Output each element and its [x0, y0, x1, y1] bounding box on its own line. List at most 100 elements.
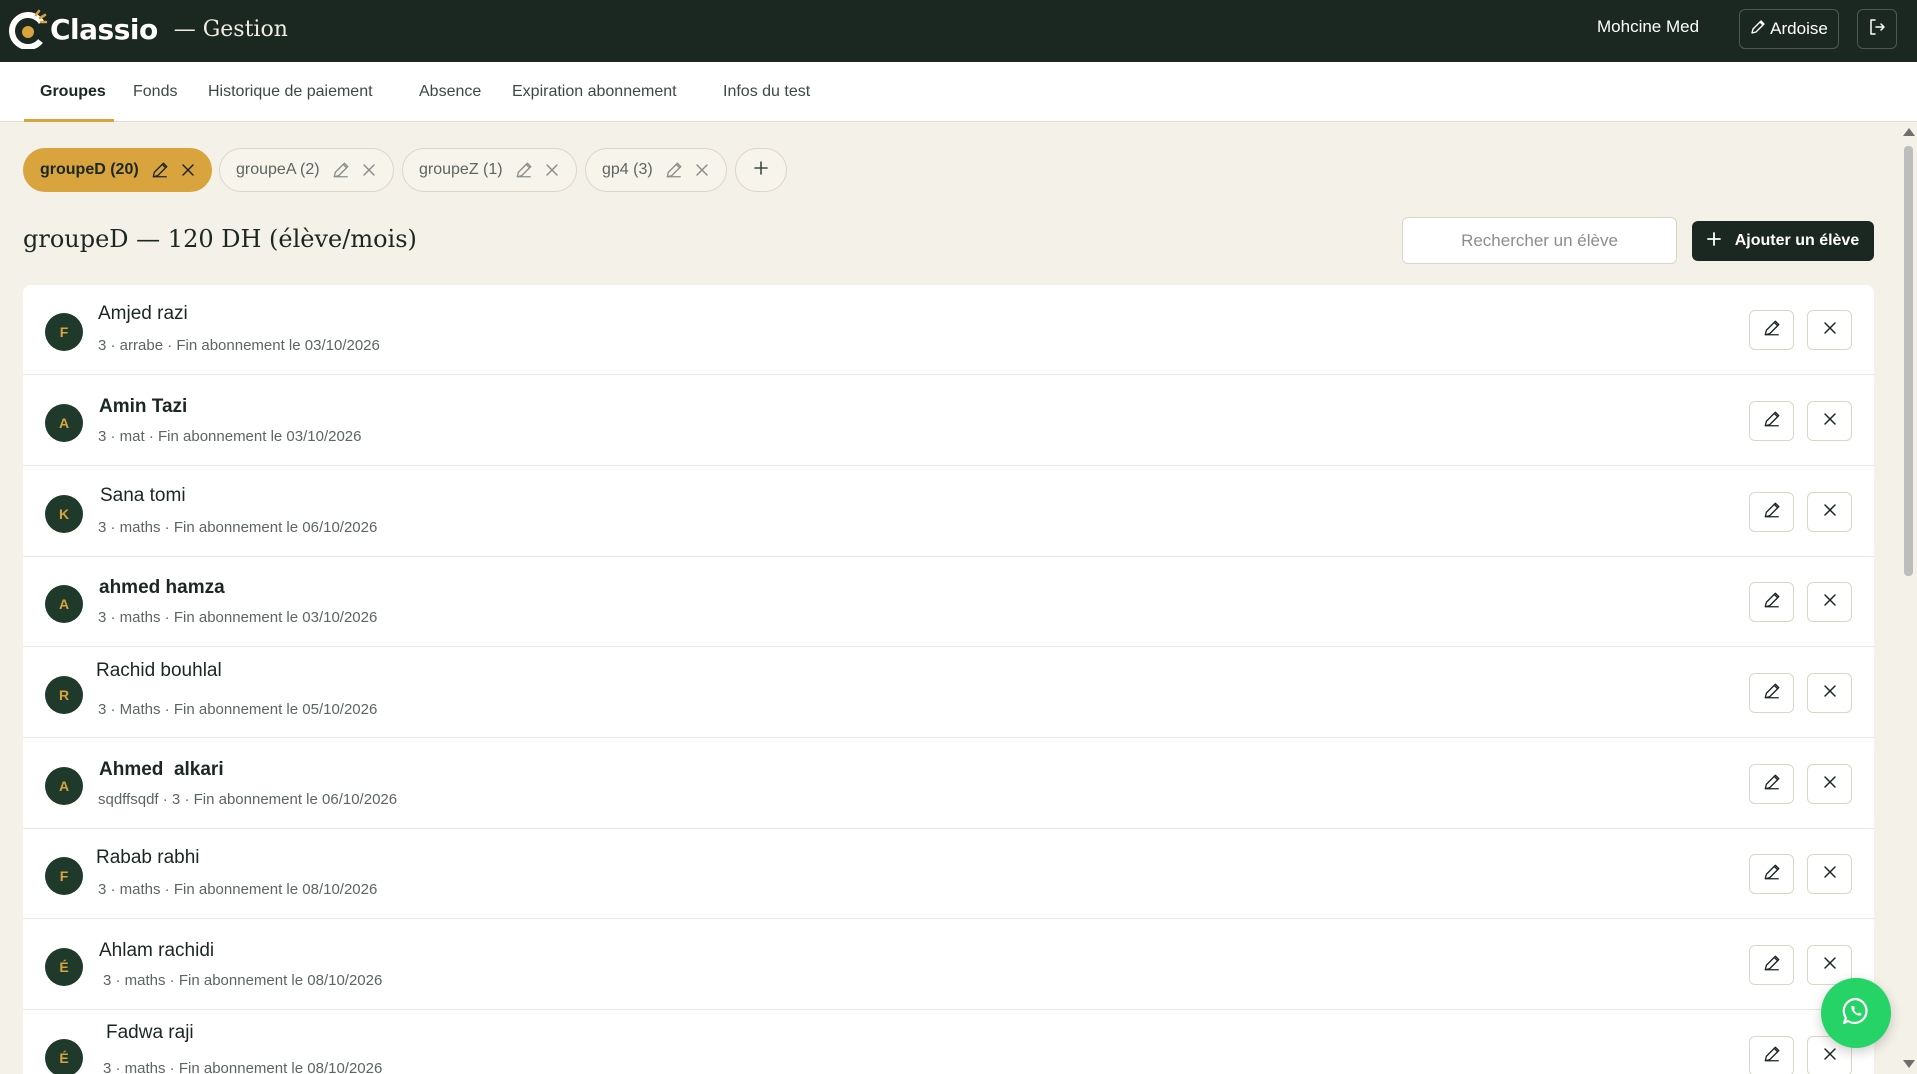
delete-student-button[interactable]	[1807, 401, 1852, 441]
pencil-icon	[1763, 410, 1781, 433]
student-row[interactable]: F Rabab rabhi 3 · maths · Fin abonnement…	[23, 829, 1874, 919]
search-input[interactable]	[1402, 217, 1677, 264]
avatar: É	[45, 948, 83, 986]
pencil-icon	[1763, 319, 1781, 342]
close-icon	[1823, 321, 1837, 340]
tab-fonds[interactable]: Fonds	[133, 62, 177, 122]
scroll-thumb[interactable]	[1904, 146, 1913, 576]
student-name: Ahmed alkari	[99, 759, 224, 780]
delete-student-button[interactable]	[1807, 582, 1852, 622]
student-row[interactable]: A Ahmed alkari sqdffsqdf · 3 · Fin abonn…	[23, 739, 1874, 829]
pencil-icon	[1763, 863, 1781, 886]
whatsapp-button[interactable]	[1821, 978, 1891, 1048]
close-icon	[1823, 865, 1837, 884]
student-name: ahmed hamza	[99, 577, 225, 598]
student-meta: 3 · arrabe · Fin abonnement le 03/10/202…	[98, 337, 380, 354]
active-tab-indicator	[24, 119, 114, 122]
avatar: A	[45, 767, 83, 805]
close-icon[interactable]	[181, 163, 195, 177]
close-icon	[1823, 956, 1837, 975]
close-icon	[1823, 412, 1837, 431]
avatar: A	[45, 404, 83, 442]
tab-absence[interactable]: Absence	[419, 62, 481, 122]
student-name: Fadwa raji	[106, 1022, 194, 1043]
edit-student-button[interactable]	[1749, 492, 1794, 532]
student-row[interactable]: K Sana tomi 3 · maths · Fin abonnement l…	[23, 467, 1874, 557]
student-meta: 3 · Maths · Fin abonnement le 05/10/2026	[98, 701, 378, 718]
edit-student-button[interactable]	[1749, 764, 1794, 804]
add-group-button[interactable]	[735, 148, 787, 192]
add-student-label: Ajouter un élève	[1734, 232, 1860, 249]
student-name: Ahlam rachidi	[99, 940, 215, 961]
delete-student-button[interactable]	[1807, 492, 1852, 532]
student-meta: 3 · maths · Fin abonnement le 08/10/2026	[103, 1060, 383, 1074]
student-meta: 3 · maths · Fin abonnement le 06/10/2026	[98, 519, 378, 536]
student-row[interactable]: F Amjed razi 3 · arrabe · Fin abonnement…	[23, 285, 1874, 375]
tab-infos-du-test[interactable]: Infos du test	[723, 62, 810, 122]
student-name: Rachid bouhlal	[96, 660, 222, 681]
student-meta: 3 · mat · Fin abonnement le 03/10/2026	[98, 428, 362, 445]
logo[interactable]: Classio — Gestion	[8, 9, 288, 50]
close-icon	[1823, 775, 1837, 794]
edit-student-button[interactable]	[1749, 1036, 1794, 1074]
edit-icon[interactable]	[151, 161, 169, 179]
delete-student-button[interactable]	[1807, 310, 1852, 350]
scroll-down-arrow[interactable]	[1903, 1060, 1915, 1068]
group-chip-groupeZ[interactable]: groupeZ (1)	[402, 148, 577, 192]
edit-student-button[interactable]	[1749, 945, 1794, 985]
delete-student-button[interactable]	[1807, 673, 1852, 713]
avatar: K	[45, 495, 83, 533]
edit-student-button[interactable]	[1749, 401, 1794, 441]
edit-icon[interactable]	[665, 161, 683, 179]
avatar: É	[45, 1039, 83, 1074]
student-name: Amin Tazi	[99, 396, 188, 417]
avatar: R	[45, 676, 83, 714]
delete-student-button[interactable]	[1807, 854, 1852, 894]
ardoise-button[interactable]: Ardoise	[1739, 9, 1839, 49]
group-title: groupeD — 120 DH (élève/mois)	[23, 225, 417, 253]
group-chip-label: groupeZ (1)	[419, 161, 503, 178]
logout-icon	[1868, 18, 1886, 41]
logout-button[interactable]	[1857, 9, 1897, 49]
close-icon	[1823, 684, 1837, 703]
group-chip-groupeD[interactable]: groupeD (20)	[23, 148, 212, 192]
tab-groupes[interactable]: Groupes	[40, 62, 106, 122]
tab-historique-de-paiement[interactable]: Historique de paiement	[208, 62, 373, 122]
close-icon	[1823, 1047, 1837, 1066]
edit-icon[interactable]	[515, 161, 533, 179]
main-tabs: Groupes Fonds Historique de paiement Abs…	[0, 62, 1917, 122]
pencil-icon	[1750, 19, 1766, 40]
group-chip-groupeA[interactable]: groupeA (2)	[219, 148, 394, 192]
student-row[interactable]: É Ahlam rachidi 3 · maths · Fin abonneme…	[23, 920, 1874, 1010]
edit-student-button[interactable]	[1749, 854, 1794, 894]
student-row[interactable]: A ahmed hamza 3 · maths · Fin abonnement…	[23, 557, 1874, 647]
student-row[interactable]: R Rachid bouhlal 3 · Maths · Fin abonnem…	[23, 648, 1874, 738]
edit-icon[interactable]	[332, 161, 350, 179]
edit-student-button[interactable]	[1749, 582, 1794, 622]
scroll-up-arrow[interactable]	[1903, 128, 1915, 136]
plus-icon	[1706, 231, 1721, 251]
close-icon[interactable]	[362, 163, 376, 177]
student-row[interactable]: A Amin Tazi 3 · mat · Fin abonnement le …	[23, 376, 1874, 466]
student-row[interactable]: É Fadwa raji 3 · maths · Fin abonnement …	[23, 1011, 1874, 1074]
ardoise-label: Ardoise	[1770, 19, 1828, 38]
classio-logo-icon	[8, 9, 48, 50]
brand-name: Classio	[50, 12, 158, 46]
pencil-icon	[1763, 501, 1781, 524]
close-icon[interactable]	[695, 163, 709, 177]
group-chip-label: gp4 (3)	[602, 161, 653, 178]
student-name: Sana tomi	[100, 485, 186, 506]
avatar: F	[45, 313, 83, 351]
tab-expiration-abonnement[interactable]: Expiration abonnement	[512, 62, 677, 122]
edit-student-button[interactable]	[1749, 310, 1794, 350]
pencil-icon	[1763, 954, 1781, 977]
user-name: Mohcine Med	[1597, 17, 1700, 36]
page-scrollbar[interactable]	[1900, 122, 1917, 1074]
group-chip-label: groupeD (20)	[40, 161, 139, 178]
group-chip-gp4[interactable]: gp4 (3)	[585, 148, 727, 192]
delete-student-button[interactable]	[1807, 764, 1852, 804]
pencil-icon	[1763, 591, 1781, 614]
edit-student-button[interactable]	[1749, 673, 1794, 713]
close-icon[interactable]	[545, 163, 559, 177]
add-student-button[interactable]: Ajouter un élève	[1692, 221, 1874, 261]
